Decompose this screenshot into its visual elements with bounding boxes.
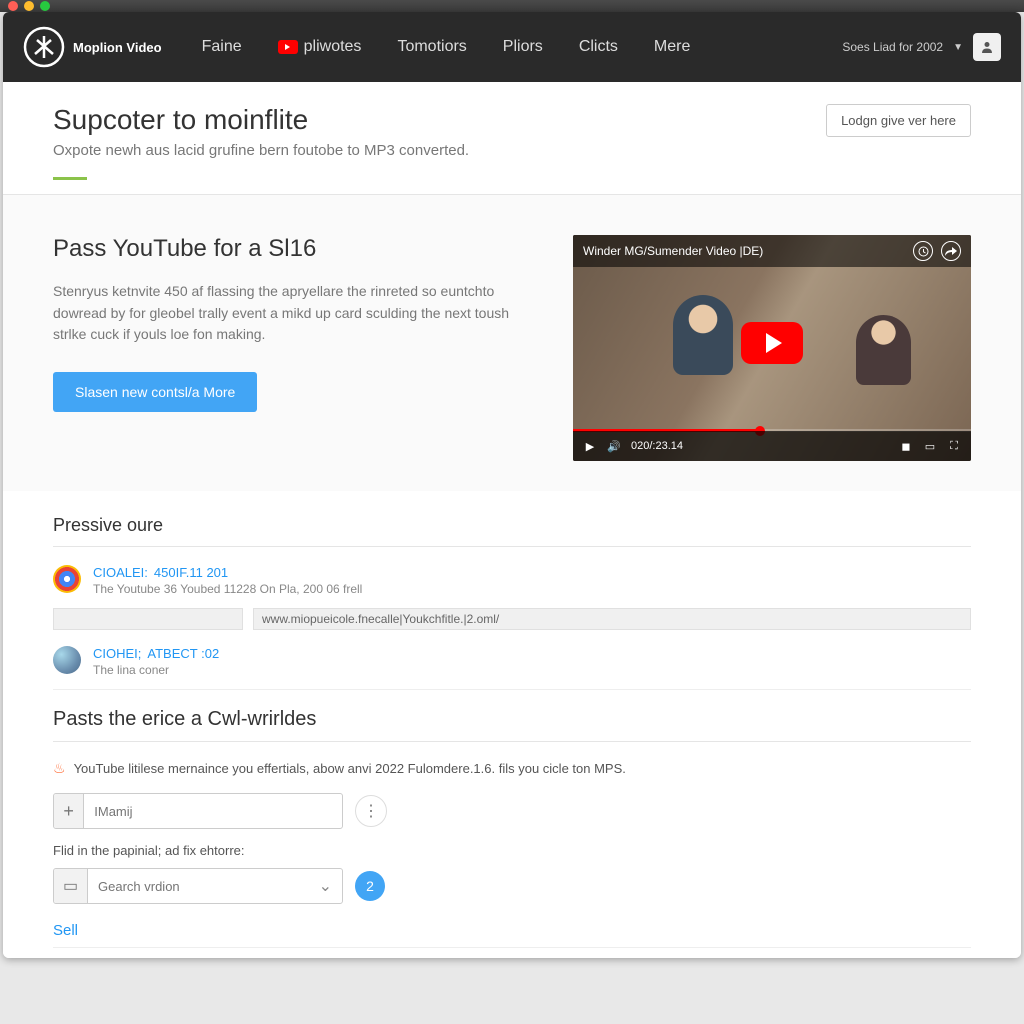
list-heading: Pressive oure	[53, 515, 971, 547]
chevron-down-icon[interactable]: ▼	[953, 42, 963, 53]
list-item: CIOHEI;ATBECT :02 The lina coner	[53, 640, 971, 690]
settings-icon[interactable]: ▭	[923, 440, 937, 453]
person-icon	[980, 40, 994, 54]
list-item: CIOALEI:450IF.11 201 The Youtube 36 Youb…	[53, 559, 971, 602]
nav-link-clicts[interactable]: Clicts	[579, 38, 618, 56]
brand-logo[interactable]: Moplion Video	[23, 26, 162, 68]
player-titlebar: Winder MG/Sumender Video |DE)	[573, 235, 971, 267]
nav-link-pliors[interactable]: Pliors	[503, 38, 543, 56]
url-band: www.miopueicole.fnecalle|Youkchfitle.|2.…	[53, 608, 971, 630]
watch-later-icon[interactable]	[913, 241, 933, 261]
login-button[interactable]: Lodgn give ver here	[826, 104, 971, 137]
captions-icon[interactable]: ◼	[899, 440, 913, 453]
play-icon[interactable]: ▶	[583, 440, 597, 453]
window-titlebar	[0, 0, 1024, 12]
app-window: Moplion Video Faine pliwotes Tomotiors P…	[3, 12, 1021, 958]
search-select[interactable]: ▭ ⌄	[53, 868, 343, 904]
share-icon[interactable]	[941, 241, 961, 261]
volume-icon[interactable]: 🔊	[607, 440, 621, 453]
nav-link-pliwotes[interactable]: pliwotes	[278, 38, 362, 56]
nav-right: Soes Liad for 2002 ▼	[842, 33, 1001, 61]
url-field[interactable]: www.miopueicole.fnecalle|Youkchfitle.|2.…	[253, 608, 971, 630]
nav-status-text: Soes Liad for 2002	[842, 40, 943, 54]
nav-link-tomotiors[interactable]: Tomotiors	[397, 38, 466, 56]
page-subtitle: Oxpote newh aus lacid grufine bern fouto…	[53, 142, 469, 159]
plus-icon[interactable]: +	[54, 794, 84, 828]
form-heading: Pasts the erice a Cwl-wrirldes	[53, 708, 971, 742]
window-close-button[interactable]	[8, 1, 18, 11]
page-title: Supcoter to moinflite	[53, 104, 469, 136]
nav-links: Faine pliwotes Tomotiors Pliors Clicts M…	[202, 38, 843, 56]
window-minimize-button[interactable]	[24, 1, 34, 11]
list-item-title[interactable]: CIOHEI;ATBECT :02	[93, 646, 219, 661]
feature-section: Pass YouTube for a Sl16 Stenryus ketnvit…	[3, 195, 1021, 491]
nav-link-mere[interactable]: Mere	[654, 38, 690, 56]
user-menu-button[interactable]	[973, 33, 1001, 61]
window-maximize-button[interactable]	[40, 1, 50, 11]
hero-section: Supcoter to moinflite Oxpote newh aus la…	[3, 82, 1021, 195]
brand-icon	[23, 26, 65, 68]
chevron-down-icon[interactable]: ⌄	[309, 876, 342, 896]
cta-button[interactable]: Slasen new contsl/a More	[53, 372, 257, 412]
form-note: ♨ YouTube litilese mernaince you efferti…	[53, 760, 971, 777]
player-controls: ▶ 🔊 020/:23.14 ◼ ▭ ⛶	[573, 431, 971, 461]
more-options-button[interactable]: ⋮	[355, 795, 387, 827]
grip-icon: ▭	[54, 869, 88, 903]
youtube-icon	[278, 40, 298, 54]
name-input-group: +	[53, 793, 343, 829]
list-item-title[interactable]: CIOALEI:450IF.11 201	[93, 565, 362, 580]
help-text: Flid in the papinial; ad fix ehtorre:	[53, 843, 971, 858]
feature-heading: Pass YouTube for a Sl16	[53, 235, 533, 263]
brand-name: Moplion Video	[73, 40, 162, 55]
video-player[interactable]: Winder MG/Sumender Video |DE) ▶ 🔊 020/:2…	[573, 235, 971, 461]
form-section: Pasts the erice a Cwl-wrirldes ♨ YouTube…	[3, 700, 1021, 958]
feature-body: Stenryus ketnvite 450 af flassing the ap…	[53, 281, 513, 346]
flame-icon: ♨	[53, 760, 66, 777]
list-item-subtitle: The Youtube 36 Youbed 11228 On Pla, 200 …	[93, 582, 362, 596]
url-left-box[interactable]	[53, 608, 243, 630]
player-time: 020/:23.14	[631, 440, 683, 452]
avatar-icon	[53, 565, 81, 593]
sell-link[interactable]: Sell	[53, 922, 971, 948]
name-input[interactable]	[84, 804, 342, 819]
search-input[interactable]	[88, 879, 309, 894]
player-title: Winder MG/Sumender Video |DE)	[583, 244, 763, 258]
list-section: Pressive oure CIOALEI:450IF.11 201 The Y…	[3, 491, 1021, 700]
list-item-subtitle: The lina coner	[93, 663, 219, 677]
nav-link-faine[interactable]: Faine	[202, 38, 242, 56]
avatar-icon	[53, 646, 81, 674]
accent-bar	[53, 177, 87, 180]
play-button[interactable]	[741, 322, 803, 364]
fullscreen-icon[interactable]: ⛶	[947, 440, 961, 453]
count-badge[interactable]: 2	[355, 871, 385, 901]
top-navigation: Moplion Video Faine pliwotes Tomotiors P…	[3, 12, 1021, 82]
